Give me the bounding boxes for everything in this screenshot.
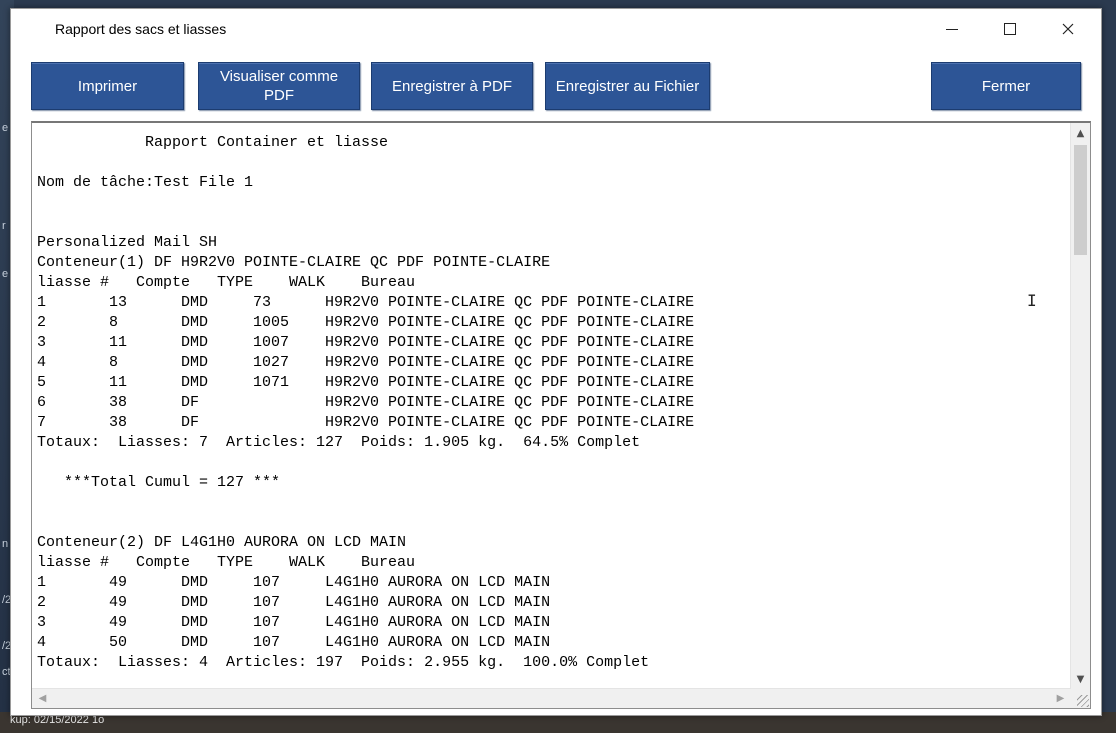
report-line: 5 11 DMD 1071 H9R2V0 POINTE-CLAIRE QC PD… <box>37 374 695 391</box>
print-button[interactable]: Imprimer <box>31 62 184 110</box>
report-line: Totaux: Liasses: 7 Articles: 127 Poids: … <box>37 434 641 451</box>
report-line: 2 8 DMD 1005 H9R2V0 POINTE-CLAIRE QC PDF… <box>37 314 695 331</box>
report-line: 2 49 DMD 107 L4G1H0 AURORA ON LCD MAIN <box>37 594 551 611</box>
minimize-button[interactable] <box>929 13 975 45</box>
scroll-up-icon[interactable]: ▲ <box>1071 125 1090 142</box>
window-title: Rapport des sacs et liasses <box>55 21 227 37</box>
text-cursor-icon: I <box>1027 291 1037 310</box>
desktop-text-fragment: r <box>2 220 6 232</box>
desktop-text-fragment: e <box>2 122 9 134</box>
maximize-button[interactable] <box>987 13 1033 45</box>
close-report-button[interactable]: Fermer <box>931 62 1081 110</box>
desktop-text-fragment: e <box>2 268 9 280</box>
maximize-icon <box>1004 23 1016 35</box>
report-line: 4 8 DMD 1027 H9R2V0 POINTE-CLAIRE QC PDF… <box>37 354 695 371</box>
view-as-pdf-button[interactable]: Visualiser comme PDF <box>198 62 360 110</box>
desktop-text-fragment: n <box>2 538 9 550</box>
save-pdf-button[interactable]: Enregistrer à PDF <box>371 62 533 110</box>
scroll-down-icon[interactable]: ▼ <box>1071 671 1090 688</box>
report-window: Rapport des sacs et liasses Imprimer Vis… <box>10 8 1102 716</box>
minimize-icon <box>946 28 958 30</box>
report-line: 1 13 DMD 73 H9R2V0 POINTE-CLAIRE QC PDF … <box>37 294 695 311</box>
resize-grip-icon[interactable] <box>1077 695 1089 707</box>
save-file-button[interactable]: Enregistrer au Fichier <box>545 62 710 110</box>
scroll-corner <box>1071 689 1090 708</box>
report-line: Nom de tâche:Test File 1 <box>37 174 254 191</box>
report-line: Conteneur(2) DF L4G1H0 AURORA ON LCD MAI… <box>37 534 407 551</box>
report-line: 3 11 DMD 1007 H9R2V0 POINTE-CLAIRE QC PD… <box>37 334 695 351</box>
report-line: liasse # Compte TYPE WALK Bureau <box>37 554 416 571</box>
report-line: 4 50 DMD 107 L4G1H0 AURORA ON LCD MAIN <box>37 634 551 651</box>
report-line: 3 49 DMD 107 L4G1H0 AURORA ON LCD MAIN <box>37 614 551 631</box>
title-bar[interactable]: Rapport des sacs et liasses <box>11 9 1101 51</box>
toolbar: Imprimer Visualiser comme PDF Enregistre… <box>11 51 1101 113</box>
report-line: ***Total Cumul = 127 *** <box>64 474 281 491</box>
report-line: liasse # Compte TYPE WALK Bureau <box>37 274 416 291</box>
close-window-button[interactable] <box>1045 13 1091 45</box>
report-line: Totaux: Liasses: 4 Articles: 197 Poids: … <box>37 654 650 671</box>
report-line: Personalized Mail SH <box>37 234 218 251</box>
horizontal-scrollbar[interactable]: ◀ ▶ <box>32 688 1071 708</box>
scroll-thumb[interactable] <box>1074 145 1087 255</box>
report-line: 1 49 DMD 107 L4G1H0 AURORA ON LCD MAIN <box>37 574 551 591</box>
report-content: Rapport Container et liasse Nom de tâche… <box>37 133 694 673</box>
scroll-right-icon[interactable]: ▶ <box>1052 689 1069 708</box>
vertical-scrollbar[interactable]: ▲ ▼ <box>1070 123 1090 690</box>
report-line: 6 38 DF H9R2V0 POINTE-CLAIRE QC PDF POIN… <box>37 394 695 411</box>
close-icon <box>1062 23 1074 35</box>
scroll-left-icon[interactable]: ◀ <box>34 689 51 708</box>
report-line: 7 38 DF H9R2V0 POINTE-CLAIRE QC PDF POIN… <box>37 414 695 431</box>
report-text-area[interactable]: Rapport Container et liasse Nom de tâche… <box>31 121 1091 709</box>
report-line: Conteneur(1) DF H9R2V0 POINTE-CLAIRE QC … <box>37 254 551 271</box>
report-line: Rapport Container et liasse <box>145 134 389 151</box>
